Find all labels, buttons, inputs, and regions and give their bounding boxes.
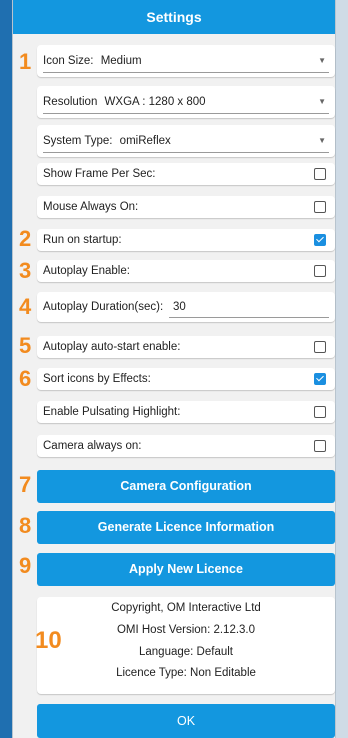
sort-icons-label: Sort icons by Effects: — [43, 373, 151, 385]
background-right — [334, 0, 348, 738]
sort-icons-row[interactable]: Sort icons by Effects: — [37, 368, 335, 390]
autoplay-autostart-label: Autoplay auto-start enable: — [43, 341, 181, 353]
system-type-value: omiReflex — [119, 135, 171, 147]
language-text: Language: Default — [139, 646, 233, 658]
mouse-always-on-row[interactable]: Mouse Always On: — [37, 196, 335, 218]
autoplay-autostart-checkbox[interactable] — [314, 341, 326, 353]
generate-licence-button[interactable]: Generate Licence Information — [37, 511, 335, 544]
autoplay-autostart-row[interactable]: Autoplay auto-start enable: — [37, 336, 335, 358]
version-text: OMI Host Version: 2.12.3.0 — [116, 624, 256, 636]
marker-8: 8 — [19, 513, 32, 538]
autoplay-duration-label: Autoplay Duration(sec): — [43, 301, 164, 313]
mouse-always-on-label: Mouse Always On: — [43, 201, 139, 213]
dialog-title: Settings — [13, 0, 335, 34]
marker-7: 7 — [19, 472, 32, 497]
icon-size-value: Medium — [100, 55, 142, 67]
system-type-dropdown[interactable]: System Type: omiReflex ▼ — [37, 125, 335, 157]
marker-6: 6 — [19, 366, 32, 391]
resolution-value: WXGA : 1280 x 800 — [104, 96, 206, 108]
pulsating-highlight-label: Enable Pulsating Highlight: — [43, 406, 181, 418]
marker-3: 3 — [19, 258, 32, 283]
copyright-text: Copyright, OM Interactive Ltd — [111, 602, 261, 614]
autoplay-enable-label: Autoplay Enable: — [43, 265, 130, 277]
marker-1: 1 — [19, 49, 32, 74]
dropdown-underline — [43, 113, 329, 114]
show-fps-checkbox[interactable] — [314, 168, 326, 180]
show-fps-row[interactable]: Show Frame Per Sec: — [37, 163, 335, 185]
run-on-startup-label: Run on startup: — [43, 234, 122, 246]
icon-size-label: Icon Size: — [43, 55, 94, 67]
marker-2: 2 — [19, 226, 32, 251]
autoplay-enable-checkbox[interactable] — [314, 265, 326, 277]
licence-type-text: Licence Type: Non Editable — [116, 667, 256, 679]
settings-dialog: Settings Icon Size: Medium ▼ Resolution … — [12, 0, 336, 738]
marker-5: 5 — [19, 333, 32, 358]
marker-9: 9 — [19, 553, 32, 578]
pulsating-highlight-checkbox[interactable] — [314, 406, 326, 418]
resolution-label: Resolution — [43, 96, 98, 108]
icon-size-dropdown[interactable]: Icon Size: Medium ▼ — [37, 45, 335, 77]
autoplay-duration-row: Autoplay Duration(sec): 30 — [37, 292, 335, 322]
mouse-always-on-checkbox[interactable] — [314, 201, 326, 213]
dropdown-underline — [43, 152, 329, 153]
camera-always-on-row[interactable]: Camera always on: — [37, 435, 335, 457]
about-info-box: Copyright, OM Interactive Ltd OMI Host V… — [37, 597, 335, 694]
camera-always-on-checkbox[interactable] — [314, 440, 326, 452]
marker-10: 10 — [35, 627, 62, 654]
apply-licence-button[interactable]: Apply New Licence — [37, 553, 335, 586]
autoplay-enable-row[interactable]: Autoplay Enable: — [37, 260, 335, 282]
run-on-startup-row[interactable]: Run on startup: — [37, 229, 335, 251]
camera-configuration-button[interactable]: Camera Configuration — [37, 470, 335, 503]
show-fps-label: Show Frame Per Sec: — [43, 168, 156, 180]
pulsating-highlight-row[interactable]: Enable Pulsating Highlight: — [37, 401, 335, 423]
input-underline — [169, 317, 329, 318]
run-on-startup-checkbox[interactable] — [314, 234, 326, 246]
system-type-label: System Type: — [43, 135, 113, 147]
ok-button[interactable]: OK — [37, 704, 335, 738]
marker-4: 4 — [19, 294, 32, 319]
camera-always-on-label: Camera always on: — [43, 440, 142, 452]
dropdown-underline — [43, 72, 329, 73]
sort-icons-checkbox[interactable] — [314, 373, 326, 385]
resolution-dropdown[interactable]: Resolution WXGA : 1280 x 800 ▼ — [37, 86, 335, 118]
